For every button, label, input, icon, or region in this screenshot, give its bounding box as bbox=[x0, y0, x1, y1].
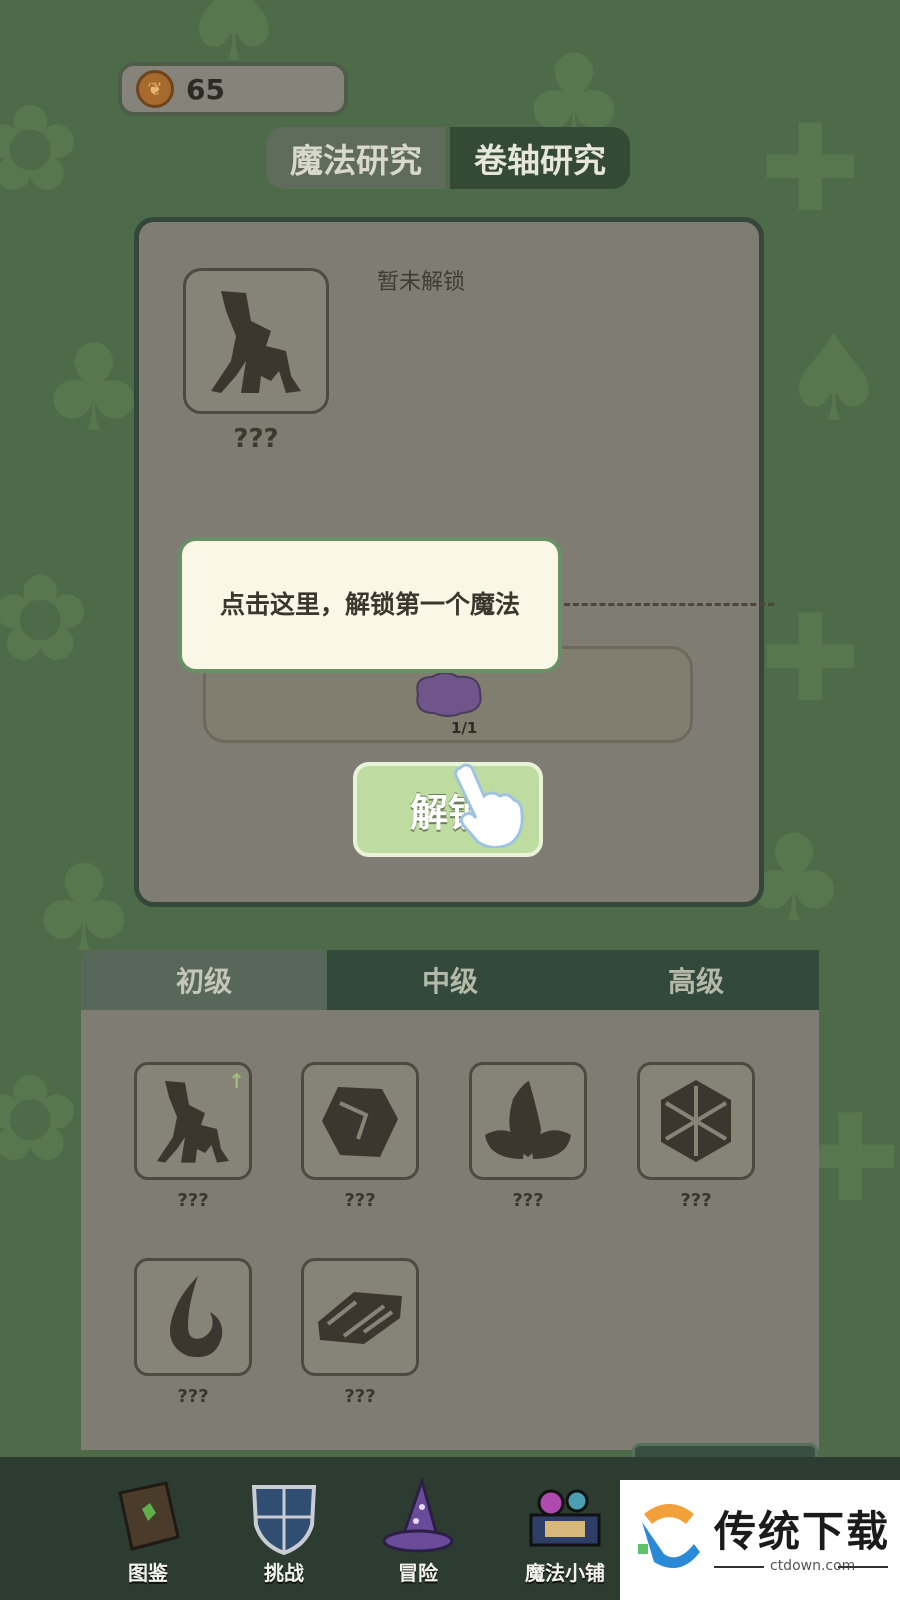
tab-intermediate[interactable]: 中级 bbox=[327, 950, 573, 1010]
tree-branch-icon bbox=[211, 291, 301, 393]
pointing-hand-icon bbox=[454, 763, 524, 848]
watermark: 传统下载 ctdown.com bbox=[620, 1480, 900, 1600]
spell-label: ??? bbox=[177, 1386, 209, 1407]
spell-grid: ↑ ??? ??? ??? ??? ??? ??? bbox=[81, 1010, 819, 1450]
nav-label: 图鉴 bbox=[128, 1561, 168, 1585]
rock-icon bbox=[322, 1087, 398, 1157]
spell-slot[interactable]: ??? bbox=[469, 1062, 587, 1211]
selected-spell-frame bbox=[183, 268, 329, 414]
nav-codex[interactable]: 图鉴 bbox=[98, 1477, 198, 1586]
tab-scroll-research[interactable]: 卷轴研究 bbox=[450, 127, 630, 189]
tutorial-tooltip: 点击这里，解锁第一个魔法 bbox=[178, 537, 562, 673]
coin-counter: ❦ 65 bbox=[118, 62, 348, 116]
material-count: 1/1 bbox=[451, 719, 478, 737]
snowflake-icon bbox=[661, 1080, 731, 1162]
spell-slot[interactable]: ??? bbox=[637, 1062, 755, 1211]
watermark-logo-icon bbox=[638, 1504, 700, 1569]
watermark-text: 传统下载 bbox=[714, 1507, 891, 1556]
nav-label: 冒险 bbox=[398, 1561, 438, 1585]
watermark-line bbox=[838, 1566, 888, 1568]
tab-advanced[interactable]: 高级 bbox=[573, 950, 819, 1010]
research-tabs: 魔法研究 卷轴研究 bbox=[266, 127, 630, 189]
spell-label: ??? bbox=[177, 1190, 209, 1211]
spell-label: ??? bbox=[680, 1190, 712, 1211]
metal-ingot-icon bbox=[318, 1292, 402, 1344]
tree-branch-icon bbox=[157, 1081, 229, 1163]
wizard-hat-icon bbox=[382, 1475, 454, 1553]
spell-label: ??? bbox=[512, 1190, 544, 1211]
coin-value: 65 bbox=[186, 72, 225, 106]
nav-label: 挑战 bbox=[264, 1561, 304, 1585]
nav-magic-shop[interactable]: 魔法小铺 bbox=[500, 1477, 630, 1586]
shield-icon bbox=[251, 1485, 317, 1556]
potion-shop-icon bbox=[529, 1489, 601, 1547]
tab-beginner[interactable]: 初级 bbox=[81, 950, 327, 1010]
lock-status: 暂未解锁 bbox=[377, 270, 466, 295]
spell-label: ??? bbox=[344, 1386, 376, 1407]
upgrade-arrow-icon: ↑ bbox=[228, 1069, 245, 1093]
spell-slot[interactable]: ??? bbox=[301, 1258, 419, 1407]
selected-spell-name: ??? bbox=[233, 424, 279, 454]
book-icon bbox=[118, 1481, 180, 1551]
nav-adventure[interactable]: 冒险 bbox=[368, 1475, 468, 1586]
divider bbox=[564, 603, 774, 606]
level-tabs: 初级 中级 高级 bbox=[81, 950, 819, 1010]
leaf-icon bbox=[485, 1081, 571, 1159]
flame-icon bbox=[170, 1276, 223, 1358]
spell-slot[interactable]: ??? bbox=[134, 1258, 252, 1407]
spell-label: ??? bbox=[344, 1190, 376, 1211]
nav-label: 魔法小铺 bbox=[525, 1561, 605, 1585]
tab-magic-research[interactable]: 魔法研究 bbox=[266, 127, 446, 189]
watermark-line bbox=[714, 1566, 764, 1568]
purple-slime-icon bbox=[416, 672, 482, 717]
spell-slot[interactable]: ↑ ??? bbox=[134, 1062, 252, 1211]
coin-icon: ❦ bbox=[136, 70, 174, 108]
spell-slot[interactable]: ??? bbox=[301, 1062, 419, 1211]
nav-challenge[interactable]: 挑战 bbox=[234, 1477, 334, 1586]
